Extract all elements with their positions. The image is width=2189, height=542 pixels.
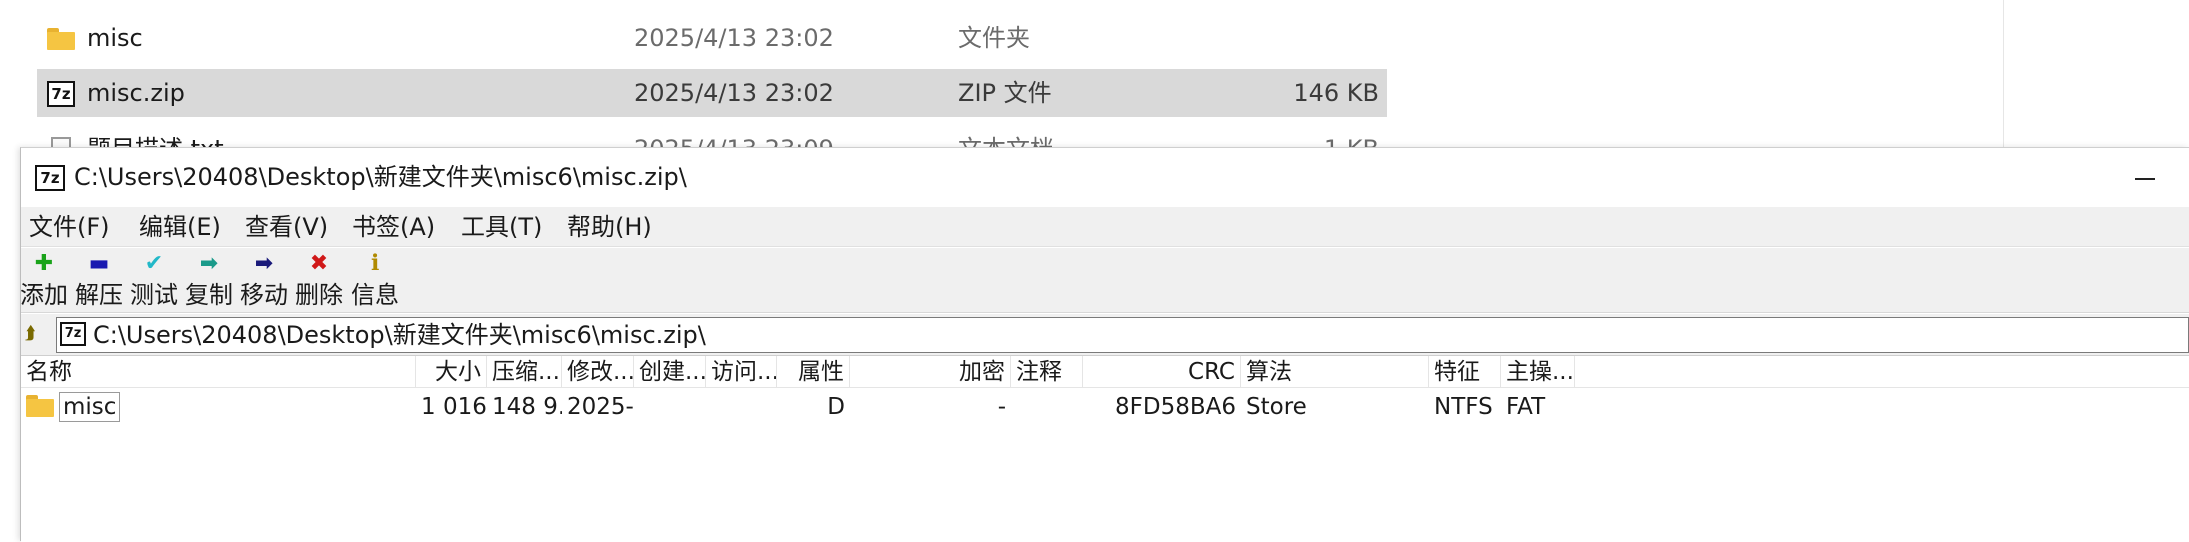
archive-file-list: 名称 大小 压缩... 修改... 创建... 访问... 属性 加密 注释 C… (21, 356, 2189, 542)
copy-button[interactable]: ➡ 复制 (181, 248, 237, 313)
move-icon: ➡ (254, 251, 274, 276)
info-button[interactable]: ℹ 信息 (347, 248, 403, 313)
menu-help[interactable]: 帮助(H) (567, 207, 652, 247)
list-header: 名称 大小 压缩... 修改... 创建... 访问... 属性 加密 注释 C… (21, 356, 2189, 388)
toolbar: ✚ 添加 ▬ 解压 ✔ 测试 ➡ 复制 ➡ 移动 ✖ 删除 ℹ 信息 (20, 248, 2189, 313)
host-os-cell: FAT (1506, 394, 1546, 420)
file-type: 文件夹 (958, 24, 1030, 52)
modified-cell: 2025-... (567, 394, 634, 420)
menu-bookmarks[interactable]: 书签(A) (352, 207, 435, 247)
add-button[interactable]: ✚ 添加 (16, 248, 72, 313)
delete-button[interactable]: ✖ 删除 (291, 248, 347, 313)
column-header-encrypted[interactable]: 加密 (850, 356, 1011, 388)
column-header-comment[interactable]: 注释 (1011, 356, 1083, 388)
column-header-attributes[interactable]: 属性 (777, 356, 850, 388)
test-label: 测试 (130, 281, 178, 309)
column-header-name[interactable]: 名称 (21, 356, 416, 388)
column-header-packed[interactable]: 压缩... (487, 356, 562, 388)
column-header-characteristics[interactable]: 特征 (1429, 356, 1501, 388)
explorer-row-misc-zip[interactable]: 7z misc.zip 2025/4/13 23:02 ZIP 文件 146 K… (37, 69, 1387, 117)
7z-app-icon: 7z (35, 165, 65, 191)
explorer-row-misc-folder[interactable]: misc 2025/4/13 23:02 文件夹 (37, 14, 1387, 62)
list-row[interactable]: misc 1 016 ... 148 9... 2025-... D - 8FD… (21, 388, 2189, 426)
column-header-modified[interactable]: 修改... (562, 356, 634, 388)
extract-icon: ▬ (88, 251, 110, 276)
menu-view[interactable]: 查看(V) (245, 207, 328, 247)
move-button[interactable]: ➡ 移动 (236, 248, 292, 313)
encrypted-cell: - (997, 394, 1006, 420)
column-header-method[interactable]: 算法 (1241, 356, 1429, 388)
name-cell: misc (21, 388, 416, 426)
column-header-host-os[interactable]: 主操... (1501, 356, 1575, 388)
crc-cell: 8FD58BA6 (1115, 394, 1236, 420)
menu-file[interactable]: 文件(F) (29, 207, 110, 247)
file-size: 146 KB (1293, 79, 1379, 107)
up-folder-icon[interactable]: ⮭ (25, 322, 39, 346)
folder-icon (26, 395, 54, 417)
add-icon: ✚ (34, 251, 54, 276)
method-cell: Store (1246, 394, 1307, 420)
extract-label: 解压 (75, 281, 123, 309)
item-name[interactable]: misc (59, 392, 121, 422)
divider (2003, 0, 2004, 150)
extract-button[interactable]: ▬ 解压 (71, 248, 127, 313)
window-title: C:\Users\20408\Desktop\新建文件夹\misc6\misc.… (74, 163, 687, 191)
info-label: 信息 (351, 281, 399, 309)
copy-label: 复制 (185, 281, 233, 309)
title-bar[interactable]: 7z C:\Users\20408\Desktop\新建文件夹\misc6\mi… (21, 148, 2189, 207)
explorer-file-list: misc 2025/4/13 23:02 文件夹 7z misc.zip 202… (0, 0, 2189, 163)
column-header-created[interactable]: 创建... (634, 356, 706, 388)
test-icon: ✔ (144, 251, 164, 276)
created-cell (634, 388, 706, 426)
characteristics-cell: NTFS (1434, 394, 1493, 420)
file-date: 2025/4/13 23:02 (634, 24, 834, 52)
7z-archive-icon: 7z (47, 69, 77, 117)
size-cell: 1 016 ... (421, 394, 487, 420)
file-name: misc.zip (87, 79, 185, 107)
menu-edit[interactable]: 编辑(E) (139, 207, 221, 247)
file-date: 2025/4/13 23:02 (634, 79, 834, 107)
minimize-button[interactable] (2123, 163, 2167, 193)
test-button[interactable]: ✔ 测试 (126, 248, 182, 313)
accessed-cell (706, 388, 777, 426)
packed-cell: 148 9... (492, 394, 562, 420)
add-label: 添加 (20, 281, 68, 309)
column-header-size[interactable]: 大小 (416, 356, 487, 388)
delete-icon: ✖ (309, 251, 329, 276)
folder-icon (47, 14, 77, 62)
move-label: 移动 (240, 281, 288, 309)
comment-cell (1011, 388, 1083, 426)
7z-archive-icon: 7z (60, 322, 86, 346)
address-input[interactable]: 7z C:\Users\20408\Desktop\新建文件夹\misc6\mi… (56, 317, 2189, 353)
address-path: C:\Users\20408\Desktop\新建文件夹\misc6\misc.… (93, 321, 706, 349)
column-header-accessed[interactable]: 访问... (706, 356, 777, 388)
menu-bar: 文件(F) 编辑(E) 查看(V) 书签(A) 工具(T) 帮助(H) (21, 207, 2189, 247)
column-header-crc[interactable]: CRC (1083, 356, 1241, 388)
menu-tools[interactable]: 工具(T) (461, 207, 542, 247)
copy-icon: ➡ (199, 251, 219, 276)
attributes-cell: D (827, 394, 845, 420)
address-bar: ⮭ 7z C:\Users\20408\Desktop\新建文件夹\misc6\… (21, 314, 2189, 356)
file-type: ZIP 文件 (958, 79, 1052, 107)
info-icon: ℹ (370, 251, 380, 276)
delete-label: 删除 (295, 281, 343, 309)
7zip-window: 7z C:\Users\20408\Desktop\新建文件夹\misc6\mi… (20, 147, 2189, 542)
file-name: misc (87, 24, 143, 52)
